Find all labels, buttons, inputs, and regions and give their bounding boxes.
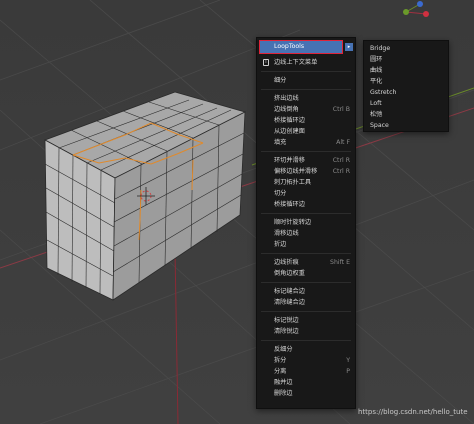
menu-item-bevel-weight[interactable]: 倒角边权重 [257,268,355,279]
menu-item-mark-seam[interactable]: 标记缝合边 [257,286,355,297]
gizmo-y-axis-icon[interactable] [403,9,409,15]
menu-item-mark-sharp[interactable]: 标记锐边 [257,315,355,326]
gizmo-x-axis-icon[interactable] [423,11,429,17]
separator [261,311,351,312]
submenu-item-flatten[interactable]: 平化 [364,76,448,87]
separator [261,71,351,72]
separator [261,282,351,283]
menu-item-new-face-from-edges[interactable]: 从边创建面 [257,126,355,137]
info-icon: i [263,59,269,66]
menu-item-subdivide[interactable]: 细分 [257,75,355,86]
submenu-item-circle[interactable]: 圆环 [364,54,448,65]
gizmo-z-axis-icon[interactable] [417,1,423,7]
submenu-item-space[interactable]: Space [364,120,448,131]
menu-item-delete-edges[interactable]: 删除边 [257,388,355,399]
menu-item-extrude-edges[interactable]: 挤出边线 [257,93,355,104]
menu-item-un-subdivide[interactable]: 反细分 [257,344,355,355]
submenu-item-loft[interactable]: Loft [364,98,448,109]
menu-item-bisect[interactable]: 切分 [257,188,355,199]
looptools-submenu: Bridge 圆环 曲线 平化 Gstretch Loft 松弛 Space [363,40,449,132]
submenu-arrow-icon[interactable]: ▸ [345,43,353,51]
menu-item-loop-cut-slide[interactable]: 环切并滑移 Ctrl R [257,155,355,166]
menu-item-fold-edge[interactable]: 折边 [257,239,355,250]
edge-context-menu: LoopTools ▸ i 边线上下文菜单 细分 挤出边线 边线倒角 Ctrl B… [256,37,356,409]
separator [261,340,351,341]
submenu-item-curve[interactable]: 曲线 [364,65,448,76]
menu-item-bridge-edge-loops[interactable]: 桥接循环边 [257,115,355,126]
menu-item-bevel-edges[interactable]: 边线倒角 Ctrl B [257,104,355,115]
separator [261,89,351,90]
menu-item-clear-seam[interactable]: 清除缝合边 [257,297,355,308]
navigation-gizmo[interactable] [398,0,438,22]
submenu-item-relax[interactable]: 松弛 [364,109,448,120]
menu-item-edge-crease[interactable]: 边线折痕 Shift E [257,257,355,268]
menu-item-knife-topology[interactable]: 刺刀拓扑工具 [257,177,355,188]
menu-item-fill[interactable]: 填充 Alt F [257,137,355,148]
menu-item-clear-sharp[interactable]: 清除锐边 [257,326,355,337]
separator [261,151,351,152]
looptools-label: LoopTools [274,43,305,50]
menu-item-edge-slide[interactable]: 滑移边线 [257,228,355,239]
menu-item-rotate-edge-cw[interactable]: 顺时针旋转边 [257,217,355,228]
menu-item-split[interactable]: 拆分 Y [257,355,355,366]
menu-title: i 边线上下文菜单 [257,57,355,68]
menu-item-separate[interactable]: 分离 P [257,366,355,377]
watermark: https://blog.csdn.net/hello_tute [358,408,468,416]
submenu-item-gstretch[interactable]: Gstretch [364,87,448,98]
menu-item-dissolve-edges[interactable]: 融并边 [257,377,355,388]
submenu-item-bridge[interactable]: Bridge [364,43,448,54]
menu-item-bridge-loops-2[interactable]: 桥接循环边 [257,199,355,210]
separator [261,253,351,254]
separator [261,213,351,214]
looptools-menu-item[interactable]: LoopTools [259,40,343,54]
menu-item-offset-edge-slide[interactable]: 偏移边线并滑移 Ctrl R [257,166,355,177]
